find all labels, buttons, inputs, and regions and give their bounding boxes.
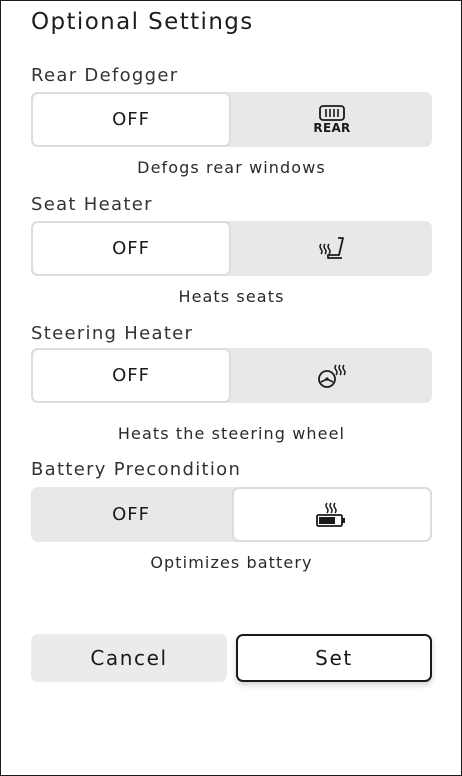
seat-heater-description: Heats seats (178, 287, 285, 306)
rear-defogger-off-option[interactable]: OFF (31, 92, 231, 147)
rear-defogger-off-label: OFF (112, 109, 150, 130)
optional-settings-dialog: Optional Settings Rear Defogger OFF REAR… (0, 0, 462, 776)
battery-precondition-label: Battery Precondition (31, 459, 242, 480)
rear-defogger-label: Rear Defogger (31, 65, 179, 86)
steering-heater-icon (316, 362, 348, 390)
steering-heater-description: Heats the steering wheel (117, 424, 346, 443)
seat-heater-icon (316, 235, 348, 263)
steering-heater-on-option[interactable] (232, 348, 432, 403)
rear-icon-text: REAR (313, 121, 351, 135)
set-button[interactable]: Set (236, 634, 432, 682)
seat-heater-toggle: OFF (31, 221, 432, 276)
battery-precondition-on-option[interactable] (232, 487, 432, 542)
seat-heater-on-option[interactable] (232, 221, 432, 276)
steering-heater-toggle: OFF (31, 348, 432, 403)
steering-heater-label: Steering Heater (31, 323, 194, 344)
seat-heater-off-option[interactable]: OFF (31, 221, 231, 276)
battery-precondition-description: Optimizes battery (150, 553, 313, 572)
cancel-button[interactable]: Cancel (31, 634, 227, 682)
battery-precondition-off-label: OFF (112, 504, 150, 525)
seat-heater-label: Seat Heater (31, 194, 153, 215)
rear-defogger-description: Defogs rear windows (137, 158, 326, 177)
battery-precondition-toggle: OFF (31, 487, 432, 542)
battery-heater-icon (315, 502, 349, 528)
rear-defogger-toggle: OFF REAR (31, 92, 432, 147)
steering-heater-off-option[interactable]: OFF (31, 348, 231, 403)
rear-defogger-on-option[interactable]: REAR (232, 92, 432, 147)
battery-precondition-off-option[interactable]: OFF (31, 487, 231, 542)
steering-heater-off-label: OFF (112, 365, 150, 386)
seat-heater-off-label: OFF (112, 238, 150, 259)
rear-defogger-icon: REAR (313, 105, 350, 134)
dialog-title: Optional Settings (31, 9, 254, 35)
